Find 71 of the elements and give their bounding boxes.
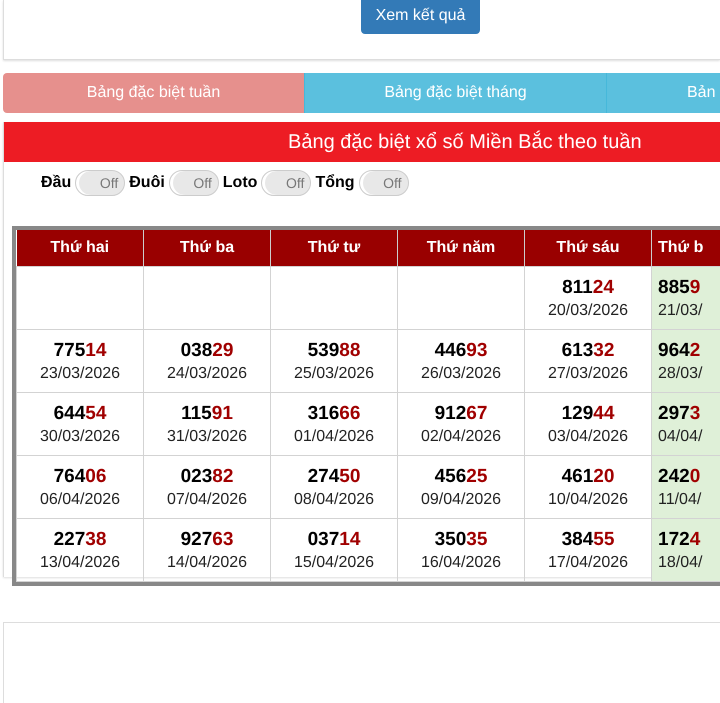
toggle-label: Đuôi — [129, 174, 165, 192]
result-date: 01/04/2026 — [292, 428, 376, 446]
result-date: 18/04/ — [658, 554, 704, 572]
result-date: 03/04/2026 — [546, 428, 630, 446]
view-results-button[interactable]: Xem kết quả — [360, 0, 480, 34]
result-number: 2973 — [658, 402, 700, 424]
result-date: 06/04/2026 — [38, 490, 122, 508]
result-number: 46120 — [562, 466, 614, 488]
result-number: 11591 — [181, 402, 233, 424]
toggle-switch[interactable]: Off — [168, 170, 219, 196]
result-date: 10/04/2026 — [546, 490, 630, 508]
result-date: 17/04/2026 — [546, 554, 630, 572]
tab[interactable]: Bảng đặc biệt tháng — [305, 73, 607, 113]
result-date: 28/03/ — [658, 364, 704, 382]
result-number: 22738 — [54, 528, 106, 550]
toggle-label: Tổng — [315, 174, 355, 192]
result-date: 02/04/2026 — [420, 428, 502, 446]
column-header: Thứ b — [652, 230, 720, 266]
result-number: 27450 — [308, 466, 360, 488]
toggle-label: Loto — [222, 174, 258, 192]
column-header: Thứ năm — [398, 230, 524, 266]
result-date: 27/03/2026 — [546, 364, 630, 382]
panel-title: Bảng đặc biệt xổ số Miền Bắc theo tuần — [4, 122, 720, 162]
toggle-switch[interactable]: Off — [261, 170, 312, 196]
result-number: 8859 — [658, 276, 700, 298]
result-date: 20/03/2026 — [546, 302, 630, 320]
result-number: 45625 — [434, 466, 488, 488]
result-number: 12944 — [562, 402, 614, 424]
result-date: 15/04/2026 — [292, 554, 376, 572]
result-number: 31666 — [308, 402, 360, 424]
result-number: 03714 — [308, 528, 360, 550]
result-number: 9642 — [658, 340, 700, 362]
column-header: Thứ sáu — [524, 230, 652, 266]
result-date: 31/03/2026 — [166, 428, 248, 446]
result-date: 24/03/2026 — [166, 364, 248, 382]
result-date: 26/03/2026 — [420, 364, 502, 382]
result-number: 61332 — [562, 340, 614, 362]
result-date: 13/04/2026 — [38, 554, 122, 572]
result-number: 38455 — [562, 528, 614, 550]
result-date: 09/04/2026 — [420, 490, 502, 508]
result-number: 1724 — [658, 528, 700, 550]
toggle-label: Đầu — [41, 174, 72, 192]
toggle-switch[interactable]: Off — [75, 170, 126, 196]
result-date: 14/04/2026 — [166, 554, 248, 572]
result-number: 35035 — [434, 528, 488, 550]
result-date: 11/04/ — [658, 490, 702, 508]
result-number: 81124 — [562, 276, 614, 298]
result-date: 16/04/2026 — [420, 554, 502, 572]
result-number: 77514 — [54, 340, 106, 362]
result-date: 04/04/ — [658, 428, 704, 446]
tab[interactable]: Bảng đặc biệt tuần — [3, 73, 305, 113]
result-date: 30/03/2026 — [38, 428, 122, 446]
result-number: 92763 — [180, 528, 234, 550]
result-date: 07/04/2026 — [166, 490, 248, 508]
result-date: 25/03/2026 — [292, 364, 376, 382]
result-number: 44693 — [434, 340, 488, 362]
result-number: 53988 — [308, 340, 360, 362]
column-header: Thứ hai — [16, 230, 144, 266]
tab[interactable]: Bản — [607, 73, 720, 113]
column-header: Thứ ba — [144, 230, 270, 266]
column-header: Thứ tư — [270, 230, 398, 266]
result-number: 64454 — [54, 402, 106, 424]
result-number: 91267 — [434, 402, 488, 424]
result-number: 76406 — [54, 466, 106, 488]
result-date: 08/04/2026 — [292, 490, 376, 508]
result-number: 02382 — [180, 466, 234, 488]
toggle-switch[interactable]: Off — [358, 170, 409, 196]
result-number: 03829 — [180, 340, 234, 362]
result-date: 23/03/2026 — [38, 364, 122, 382]
result-number: 2420 — [658, 466, 700, 488]
result-date: 21/03/ — [658, 302, 704, 320]
